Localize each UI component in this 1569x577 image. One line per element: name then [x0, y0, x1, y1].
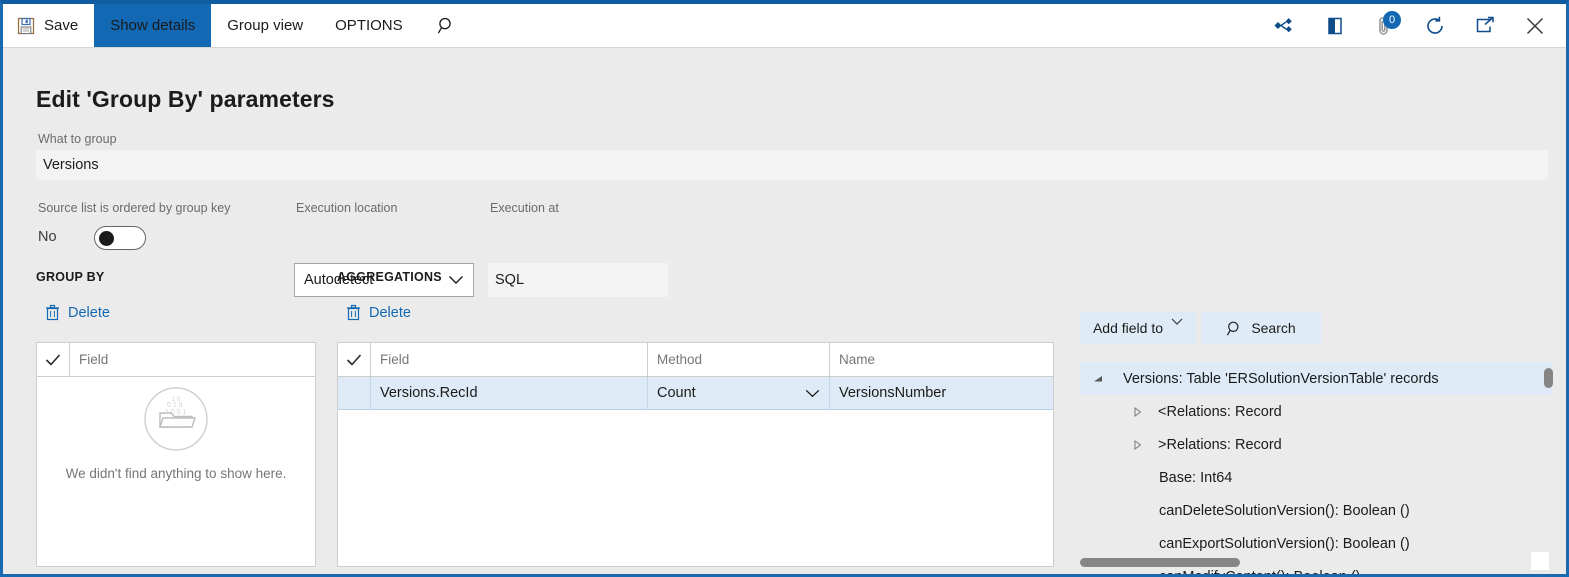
- group-by-empty-state: 0 1 0 1 0 0 1 1 0 We didn't find anythin…: [37, 385, 315, 481]
- aggregations-delete-label: Delete: [369, 304, 411, 321]
- svg-text:0 1 0: 0 1 0: [167, 402, 183, 409]
- tree-item[interactable]: Versions: Table 'ERSolutionVersionTable'…: [1080, 362, 1552, 395]
- ordered-by-group-key-toggle[interactable]: [94, 226, 146, 250]
- relationships-icon[interactable]: [1268, 9, 1302, 43]
- aggregation-field-cell[interactable]: Versions.RecId: [371, 377, 648, 409]
- what-to-group-label: What to group: [38, 132, 117, 146]
- toolbar-search-button[interactable]: [419, 4, 474, 47]
- chevron-down-icon[interactable]: [805, 389, 820, 398]
- tree-item-label: canExportSolutionVersion(): Boolean (): [1159, 535, 1410, 552]
- data-sources-panel: Add field to Search Versions: Table 'ERS…: [1066, 302, 1566, 574]
- save-icon: [17, 17, 35, 35]
- tree-item[interactable]: <Relations: Record: [1080, 395, 1566, 428]
- popout-icon[interactable]: [1468, 9, 1502, 43]
- empty-folder-icon: 0 1 0 1 0 0 1 1 0: [142, 385, 210, 453]
- triangle-down-expander-icon[interactable]: [1091, 372, 1105, 386]
- show-details-button[interactable]: Show details: [94, 4, 212, 47]
- tree-item-label: canDeleteSolutionVersion(): Boolean (): [1159, 502, 1410, 519]
- add-field-to-label: Add field to: [1092, 320, 1164, 336]
- select-all-checkmark-icon[interactable]: [338, 343, 371, 376]
- aggregation-method-cell[interactable]: Count: [648, 377, 830, 409]
- group-view-label: Group view: [227, 17, 304, 34]
- search-icon: [437, 16, 456, 35]
- aggregation-name-cell[interactable]: VersionsNumber: [830, 377, 1053, 409]
- add-field-to-button[interactable]: Add field to: [1080, 312, 1196, 344]
- group-by-column-field[interactable]: Field: [70, 343, 315, 376]
- row-select-checkbox[interactable]: [338, 377, 371, 409]
- tree-item-label: Base: Int64: [1159, 469, 1233, 486]
- data-sources-tree[interactable]: Versions: Table 'ERSolutionVersionTable'…: [1080, 362, 1566, 574]
- tree-horizontal-scrollbar[interactable]: [1080, 556, 1566, 569]
- attachments-icon[interactable]: 0: [1368, 9, 1402, 43]
- search-icon: [1226, 320, 1243, 337]
- toolbar: Save Show details Group view OPTIONS 0: [3, 4, 1566, 48]
- search-label: Search: [1251, 320, 1296, 336]
- scrollbar-corner: [1531, 552, 1549, 570]
- tree-item[interactable]: >Relations: Record: [1080, 428, 1566, 461]
- svg-text:1 0: 1 0: [172, 397, 181, 403]
- tree-item-label: Versions: Table 'ERSolutionVersionTable'…: [1123, 370, 1439, 387]
- select-all-checkmark-icon[interactable]: [37, 343, 70, 376]
- execution-at-input: SQL: [488, 263, 668, 297]
- what-to-group-input[interactable]: Versions: [36, 150, 1548, 180]
- search-button[interactable]: Search: [1201, 312, 1321, 344]
- page-title: Edit 'Group By' parameters: [36, 86, 335, 112]
- options-label: OPTIONS: [335, 17, 403, 34]
- save-label: Save: [44, 17, 79, 34]
- aggregations-delete-button[interactable]: Delete: [346, 304, 411, 321]
- group-by-delete-label: Delete: [68, 304, 110, 321]
- tree-item[interactable]: Base: Int64: [1080, 461, 1566, 494]
- execution-location-label: Execution location: [296, 201, 398, 215]
- group-by-section-heading: GROUP BY: [36, 270, 105, 284]
- open-in-new-window-icon[interactable]: [1318, 9, 1352, 43]
- tree-item-label: >Relations: Record: [1158, 436, 1282, 453]
- aggregations-column-name[interactable]: Name: [830, 343, 1053, 376]
- group-by-grid: Field 0 1 0 1 0 0 1 1 0 We didn't find a…: [36, 342, 316, 567]
- tree-item-label: <Relations: Record: [1158, 403, 1282, 420]
- aggregation-method-value: Count: [657, 385, 696, 401]
- aggregations-column-method[interactable]: Method: [648, 343, 830, 376]
- chevron-down-icon: [1171, 318, 1183, 326]
- tree-vertical-scrollbar[interactable]: [1544, 368, 1553, 388]
- aggregations-column-field[interactable]: Field: [371, 343, 648, 376]
- empty-state-message: We didn't find anything to show here.: [65, 466, 287, 481]
- group-view-button[interactable]: Group view: [211, 4, 319, 47]
- save-button[interactable]: Save: [3, 4, 94, 47]
- refresh-icon[interactable]: [1418, 9, 1452, 43]
- aggregations-grid-header: Field Method Name: [338, 343, 1053, 377]
- trash-icon: [346, 304, 361, 321]
- execution-at-label: Execution at: [490, 201, 559, 215]
- trash-icon: [45, 304, 60, 321]
- tree-item-label: canModifyContent(): Boolean (): [1159, 569, 1361, 575]
- dialog-content: Edit 'Group By' parameters What to group…: [3, 48, 1566, 574]
- scrollbar-thumb[interactable]: [1080, 558, 1240, 567]
- triangle-right-expander-icon[interactable]: [1130, 405, 1144, 419]
- tree-item[interactable]: canDeleteSolutionVersion(): Boolean (): [1080, 494, 1566, 527]
- svg-text:1 0 0 1: 1 0 0 1: [165, 409, 187, 416]
- aggregations-section-heading: AGGREGATIONS: [337, 270, 442, 284]
- show-details-label: Show details: [110, 17, 196, 34]
- toggle-knob: [99, 231, 114, 246]
- options-menu-button[interactable]: OPTIONS: [319, 4, 419, 47]
- aggregations-grid: Field Method Name Versions.RecId Count V…: [337, 342, 1054, 567]
- table-row[interactable]: Versions.RecId Count VersionsNumber: [338, 377, 1053, 410]
- ordered-by-group-key-value: No: [38, 229, 57, 245]
- group-by-grid-header: Field: [37, 343, 315, 377]
- toolbar-right-group: 0: [1268, 4, 1566, 47]
- attachment-count-badge: 0: [1383, 10, 1401, 29]
- triangle-right-expander-icon[interactable]: [1130, 438, 1144, 452]
- chevron-down-icon: [448, 275, 464, 285]
- dialog-window: Save Show details Group view OPTIONS 0 E…: [0, 0, 1569, 577]
- group-by-delete-button[interactable]: Delete: [45, 304, 110, 321]
- toolbar-left-group: Save Show details Group view OPTIONS: [3, 4, 474, 47]
- ordered-by-group-key-label: Source list is ordered by group key: [38, 201, 231, 215]
- close-icon[interactable]: [1518, 9, 1552, 43]
